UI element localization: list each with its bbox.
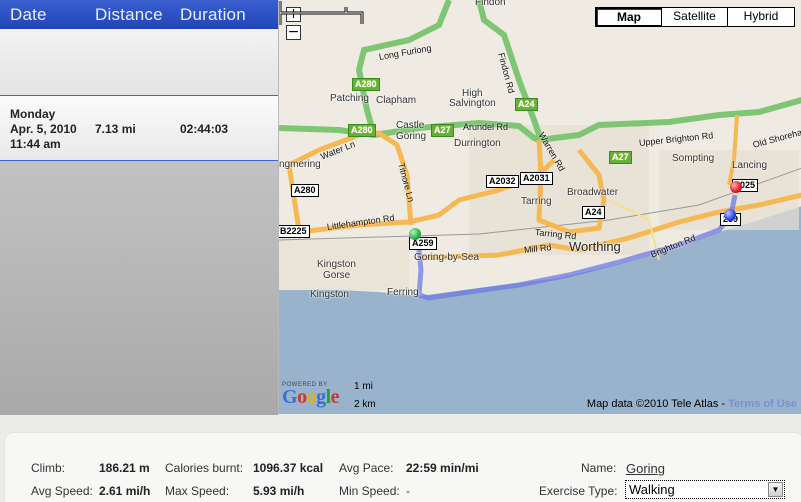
place-label: Gorse [323,270,351,281]
avg-speed-label: Avg Speed: [31,484,93,498]
map-type-control: Map Satellite Hybrid [595,7,795,27]
calories-label: Calories burnt: [165,461,244,475]
list-spacer [0,29,278,95]
climb-value: 186.21 m [99,461,150,475]
max-speed-label: Max Speed: [165,484,230,498]
row-distance: 7.13 mi [95,122,136,136]
min-speed-label: Min Speed: [339,484,400,498]
app: Date Distance Duration Monday Apr. 5, 20… [0,0,801,502]
workout-row[interactable]: Monday Apr. 5, 2010 11:44 am 7.13 mi 02:… [0,95,278,161]
place-label: Sompting [672,153,715,164]
row-time: 11:44 am [10,137,61,151]
column-header-distance[interactable]: Distance [95,5,163,25]
place-label: Patching [330,93,369,104]
place-label: Lancing [732,160,768,171]
route-map[interactable]: + − Map Satellite Hybrid Findon Patching… [278,0,801,414]
zoom-out-button[interactable]: − [286,25,301,40]
place-label: Goring [396,131,427,142]
place-label: Kingston [310,289,349,300]
terms-of-use-link[interactable]: Terms of Use [728,398,797,410]
place-label: Salvington [449,98,496,109]
exercise-type-select[interactable]: Walking ▼ [625,480,785,499]
copyright-text: Map data ©2010 Tele Atlas - [586,398,729,410]
road-shield: A280 [352,78,380,91]
workout-list-panel: Date Distance Duration Monday Apr. 5, 20… [0,0,278,415]
google-logo[interactable]: Google [282,386,340,409]
workout-name-link[interactable]: Goring [626,461,665,476]
end-marker-icon[interactable] [730,181,742,193]
road-shield: A2031 [520,172,553,185]
place-label: ngmering [279,159,321,170]
place-label: Ferring [387,287,419,298]
avg-speed-value: 2.61 mi/h [99,484,151,498]
start-marker-icon[interactable] [409,228,421,240]
road-shield: A24 [515,98,538,111]
road-shield: A27 [431,124,454,137]
row-day: Monday [10,107,56,121]
climb-label: Climb: [31,461,66,475]
max-speed-value: 5.93 mi/h [253,484,305,498]
row-duration: 02:44:03 [180,122,229,136]
exercise-type-label: Exercise Type: [539,484,618,498]
place-label: Goring-by-Sea [414,252,480,263]
name-label: Name: [581,461,617,475]
road-shield: A280 [348,124,376,137]
map-type-hybrid-button[interactable]: Hybrid [728,8,794,26]
road-shield: A24 [582,206,605,219]
calories-value: 1096.37 kcal [253,461,324,475]
place-label: Castle [396,120,425,131]
place-label: Worthing [569,239,621,254]
row-date: Apr. 5, 2010 [10,122,77,136]
exercise-type-value: Walking [629,482,675,497]
place-label: Findon [475,0,506,8]
road-shield: B2225 [279,225,310,238]
workout-details-panel: Climb: 186.21 m Calories burnt: 1096.37 … [4,432,801,502]
road-shield: A2032 [486,175,519,188]
route-point-marker-icon[interactable] [724,209,736,221]
column-header-duration[interactable]: Duration [180,5,246,25]
place-label: Kingston [317,259,356,270]
scale-bar [279,1,364,25]
min-speed-value: - [406,484,410,498]
avg-pace-value: 22:59 min/mi [406,461,479,475]
column-header-date[interactable]: Date [10,5,47,25]
map-type-satellite-button[interactable]: Satellite [662,8,728,26]
map-canvas [279,0,801,414]
road-a280 [355,0,452,136]
place-label: Durrington [454,138,501,149]
road-shield: A280 [291,184,319,197]
road-label: Arundel Rd [463,122,509,132]
map-type-map-button[interactable]: Map [596,8,662,26]
map-copyright: Map data ©2010 Tele Atlas - Terms of Use [587,398,797,410]
road-shield: A27 [609,151,632,164]
scale-km-label: 2 km [354,399,376,410]
place-label: Tarring [521,196,552,207]
scale-miles-label: 1 mi [354,381,373,392]
place-label: Clapham [376,95,417,106]
chevron-down-icon[interactable]: ▼ [768,482,783,497]
avg-pace-label: Avg Pace: [339,461,394,475]
place-label: Broadwater [567,187,619,198]
list-header: Date Distance Duration [0,0,278,29]
